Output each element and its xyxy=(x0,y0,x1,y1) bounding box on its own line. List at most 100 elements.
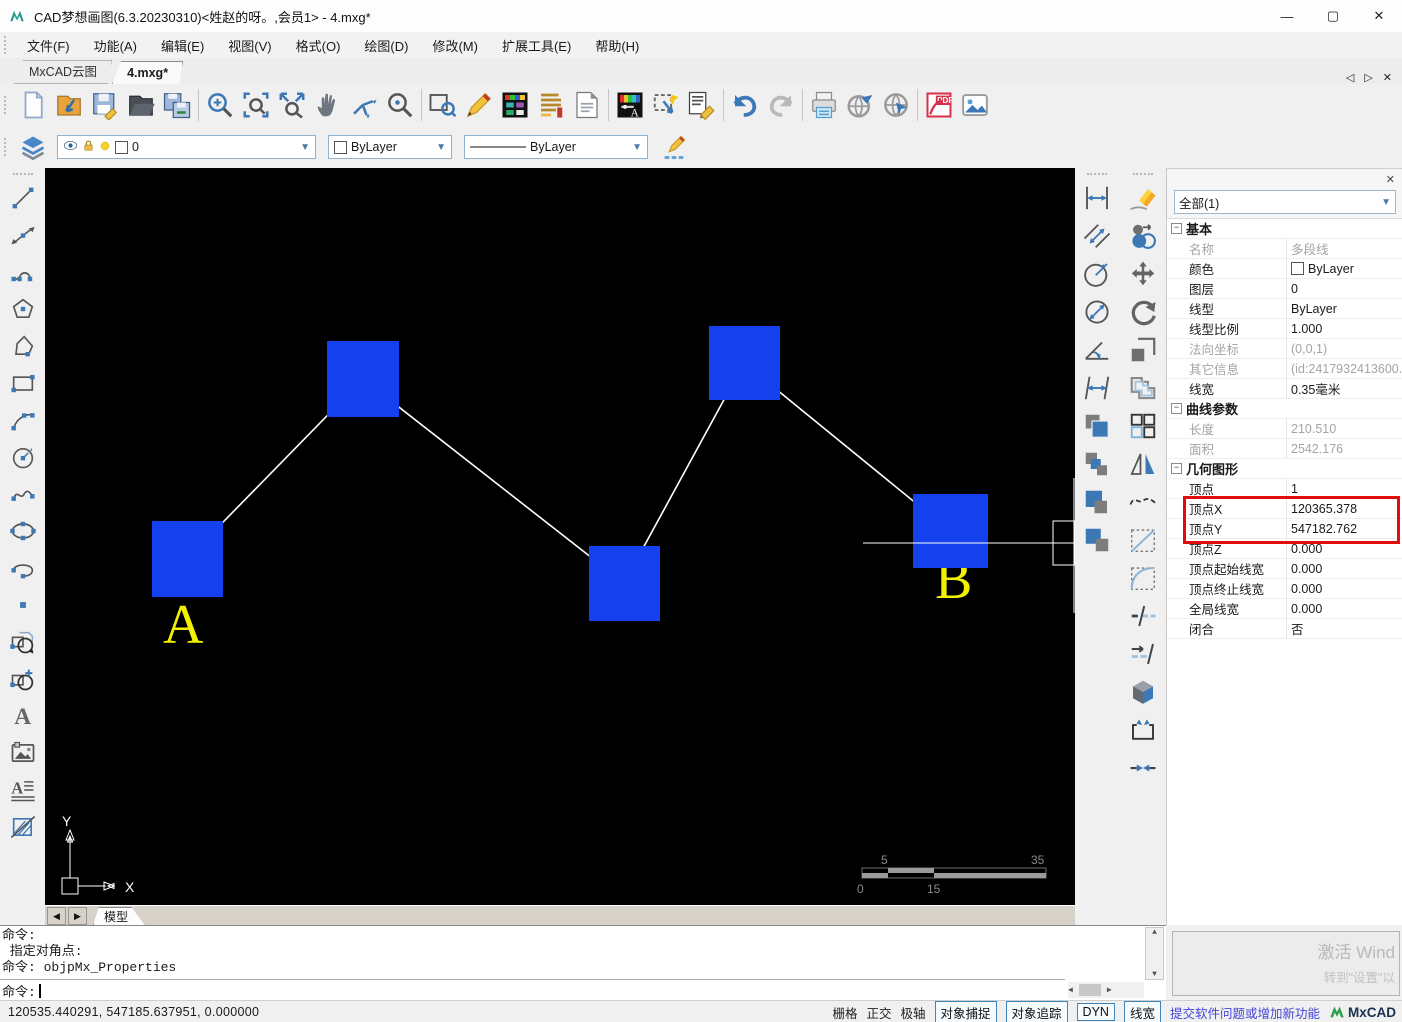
dim-linear-icon[interactable] xyxy=(1081,182,1113,214)
menu-3[interactable]: 视图(V) xyxy=(216,33,283,58)
menu-2[interactable]: 编辑(E) xyxy=(149,33,216,58)
property-value[interactable]: ByLayer xyxy=(1287,259,1402,278)
next-layout-button[interactable]: ▶ xyxy=(68,907,87,925)
minimize-button[interactable]: — xyxy=(1264,1,1310,31)
offset-icon[interactable] xyxy=(1127,372,1159,404)
command-vscrollbar[interactable]: ▲ ▼ xyxy=(1145,927,1164,980)
match-properties-icon[interactable] xyxy=(684,87,720,123)
canvas-label-A[interactable]: A xyxy=(163,594,204,656)
rotate-icon[interactable] xyxy=(1127,296,1159,328)
property-value[interactable]: 0.000 xyxy=(1287,599,1402,618)
command-hscrollbar[interactable]: ◀ ▶ xyxy=(1068,982,1144,998)
scroll-right-icon[interactable]: ▶ xyxy=(1107,985,1112,995)
property-value[interactable]: 1.000 xyxy=(1287,319,1402,338)
tab-close-icon[interactable]: ✕ xyxy=(1383,71,1392,84)
save-as-icon[interactable] xyxy=(159,87,195,123)
blue-square-1[interactable] xyxy=(152,521,223,597)
zoom-center-icon[interactable] xyxy=(382,87,418,123)
property-row-线宽[interactable]: 线宽 0.35毫米 xyxy=(1167,379,1402,399)
feedback-link[interactable]: 提交软件问题或增加新功能 xyxy=(1170,1003,1320,1022)
collapse-icon[interactable]: − xyxy=(1171,463,1182,474)
color-settings-icon[interactable]: A xyxy=(612,87,648,123)
dim-distance-icon[interactable] xyxy=(1081,372,1113,404)
property-value[interactable]: (id:2417932413600... xyxy=(1287,359,1402,378)
menu-7[interactable]: 扩展工具(E) xyxy=(490,33,583,58)
trim-icon[interactable] xyxy=(1127,600,1159,632)
property-value[interactable]: 否 xyxy=(1287,619,1402,638)
blue-square-2[interactable] xyxy=(327,341,399,417)
polyline-segment[interactable] xyxy=(362,378,625,584)
command-history[interactable]: 命令: 指定对角点: 命令: objpMx_Properties xyxy=(2,928,1144,977)
scroll-down-icon[interactable]: ▼ xyxy=(1152,970,1157,979)
break-icon[interactable] xyxy=(1127,714,1159,746)
new-file-icon[interactable] xyxy=(15,87,51,123)
insert-image-icon[interactable] xyxy=(957,87,993,123)
tab-model[interactable]: 模型 xyxy=(93,907,145,926)
insert-block-icon[interactable] xyxy=(7,626,39,658)
menu-8[interactable]: 帮助(H) xyxy=(583,33,651,58)
property-value[interactable]: 547182.762 xyxy=(1287,519,1402,538)
draw-order-icon[interactable] xyxy=(1127,220,1159,252)
point-draw-icon[interactable] xyxy=(7,589,39,621)
move-icon[interactable] xyxy=(1127,258,1159,290)
single-text-icon[interactable]: A xyxy=(7,700,39,732)
property-value[interactable]: 0.000 xyxy=(1287,579,1402,598)
property-value[interactable]: 0 xyxy=(1287,279,1402,298)
edit-spline-icon[interactable] xyxy=(1127,486,1159,518)
arc-icon[interactable] xyxy=(7,404,39,436)
layer-select[interactable]: 0 ▼ xyxy=(57,135,316,159)
construction-line-icon[interactable] xyxy=(7,219,39,251)
polygon-icon[interactable] xyxy=(7,293,39,325)
redline-markup-icon[interactable] xyxy=(461,87,497,123)
menu-4[interactable]: 格式(O) xyxy=(284,33,353,58)
join-icon[interactable] xyxy=(1127,752,1159,784)
blue-square-3[interactable] xyxy=(589,546,660,621)
command-input[interactable]: 命令: xyxy=(0,979,1065,1001)
property-value[interactable]: 210.510 xyxy=(1287,419,1402,438)
property-row-全局线宽[interactable]: 全局线宽 0.000 xyxy=(1167,599,1402,619)
property-row-面积[interactable]: 面积 2542.176 xyxy=(1167,439,1402,459)
draw-settings-button[interactable] xyxy=(656,129,692,165)
explode-icon[interactable] xyxy=(1127,676,1159,708)
color-select[interactable]: ByLayer ▼ xyxy=(328,135,452,159)
menu-1[interactable]: 功能(A) xyxy=(82,33,149,58)
property-value[interactable]: 多段线 xyxy=(1287,239,1402,258)
property-value[interactable]: 1 xyxy=(1287,479,1402,498)
copy-base-icon[interactable] xyxy=(1081,448,1113,480)
property-row-顶点[interactable]: 顶点 1 xyxy=(1167,479,1402,499)
toggle-正交[interactable]: 正交 xyxy=(866,1003,891,1022)
property-row-顶点X[interactable]: 顶点X 120365.378 xyxy=(1167,499,1402,519)
scrollbar-thumb[interactable] xyxy=(1078,984,1101,996)
layer-manager-button[interactable] xyxy=(15,129,51,165)
zoom-extents-icon[interactable] xyxy=(274,87,310,123)
close-button[interactable]: ✕ xyxy=(1356,1,1402,31)
create-block-icon[interactable] xyxy=(7,663,39,695)
web-publish-icon[interactable] xyxy=(842,87,878,123)
property-row-图层[interactable]: 图层 0 xyxy=(1167,279,1402,299)
selection-filter-select[interactable]: 全部(1) ▼ xyxy=(1174,190,1396,214)
tab-current-drawing[interactable]: 4.mxg* xyxy=(112,61,183,84)
property-value[interactable]: 0.35毫米 xyxy=(1287,379,1402,398)
paste-block-icon[interactable] xyxy=(1081,524,1113,556)
hatch-icon[interactable] xyxy=(7,811,39,843)
property-row-线型[interactable]: 线型 ByLayer xyxy=(1167,299,1402,319)
maximize-button[interactable]: ▢ xyxy=(1310,1,1356,31)
property-row-顶点终止线宽[interactable]: 顶点终止线宽 0.000 xyxy=(1167,579,1402,599)
paste-clip-icon[interactable] xyxy=(1081,486,1113,518)
property-section-2[interactable]: − 几何图形 xyxy=(1167,459,1402,479)
ellipse-arc-icon[interactable] xyxy=(7,552,39,584)
line-icon[interactable] xyxy=(7,182,39,214)
menu-5[interactable]: 绘图(D) xyxy=(352,33,420,58)
property-value[interactable]: ByLayer xyxy=(1287,299,1402,318)
multiline-text-icon[interactable]: A xyxy=(7,774,39,806)
property-row-顶点Y[interactable]: 顶点Y 547182.762 xyxy=(1167,519,1402,539)
toggle-线宽[interactable]: 线宽 xyxy=(1123,1000,1161,1022)
blue-square-5[interactable] xyxy=(913,494,988,568)
save-file-icon[interactable] xyxy=(87,87,123,123)
tab-mxcad-cloud[interactable]: MxCAD云图 xyxy=(14,60,112,84)
menu-6[interactable]: 修改(M) xyxy=(420,33,490,58)
scroll-left-icon[interactable]: ◀ xyxy=(1068,985,1073,995)
export-pdf-icon[interactable]: PDF xyxy=(921,87,957,123)
erase-icon[interactable] xyxy=(1127,182,1159,214)
dim-angular-icon[interactable] xyxy=(1081,334,1113,366)
